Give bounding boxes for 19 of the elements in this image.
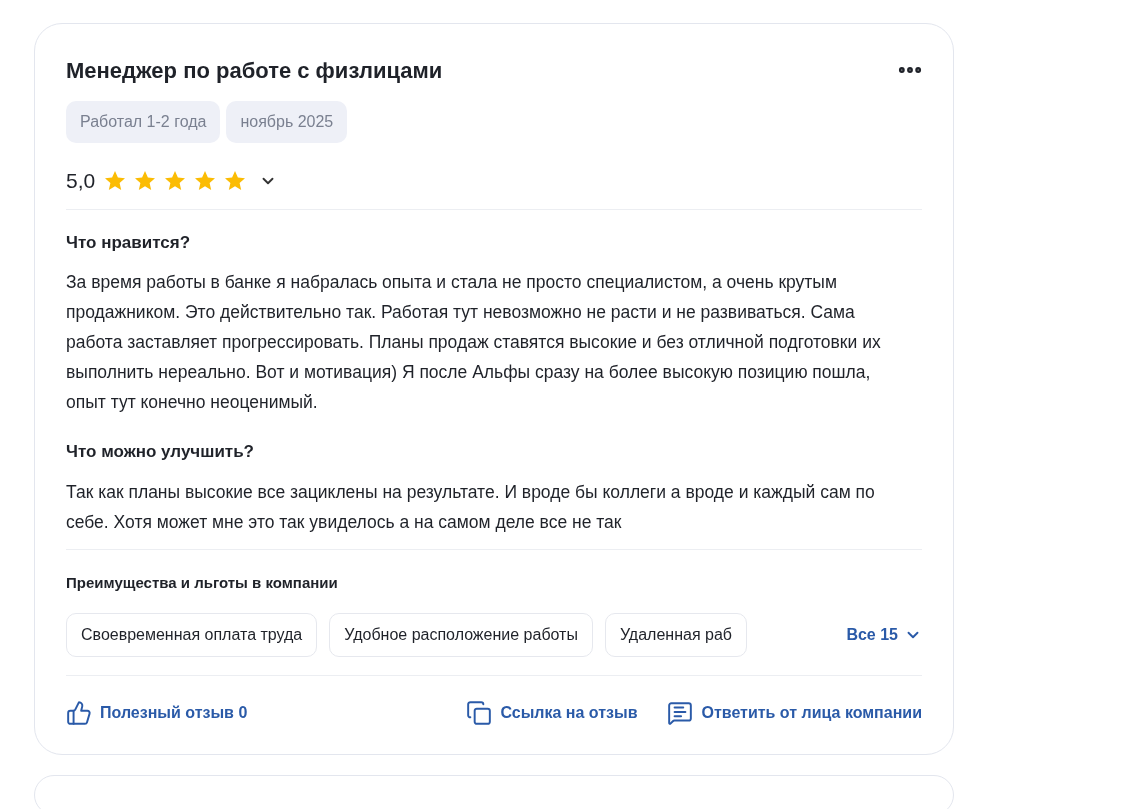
rating-value: 5,0 xyxy=(66,168,96,194)
review-title: Менеджер по работе с физлицами xyxy=(66,57,443,85)
tag: ноябрь 2025 xyxy=(226,101,348,143)
copy-icon xyxy=(466,700,493,726)
benefit-tag: Своевременная оплата труда xyxy=(66,613,318,657)
benefits-heading: Преимущества и льготы в компании xyxy=(66,572,339,593)
review-text: За время работы в банке я набралась опыта и стала не просто специалистом, а очень крутым продажником. Это действительно так. Работая тут невозможно не расти и не развиваться. Сама работа заставляет прогрессировать. Планы продаж ставятся высокие и без отличной подготовки их выполнить нереально. Вот и мотивация) Я после Альфы сразу на более высокую позицию пошла, опыт тут конечно неоценимый. xyxy=(66,271,882,414)
benefit-tag: Удаленная раб xyxy=(604,613,747,657)
section-heading: Что можно улучшить? xyxy=(66,441,255,463)
review-text: Так как планы высокие все зациклены на результате. И вроде бы коллеги а вроде и каждый сам по себе. Хотя может мне это так увиделось а на самом деле все не так xyxy=(66,480,876,534)
thumbs-up-icon xyxy=(66,700,92,726)
show-all-button[interactable]: Все 15 xyxy=(846,623,922,647)
chat-bubble-icon xyxy=(667,700,694,726)
review-link-button[interactable]: Ссылка на отзыв xyxy=(466,700,638,726)
tag: Работал 1-2 года xyxy=(66,101,221,143)
helpful-button[interactable]: Полезный отзыв 0 xyxy=(66,700,248,726)
section-heading: Что нравится? xyxy=(66,231,192,254)
reply-button[interactable]: Ответить от лица компании xyxy=(667,700,922,726)
benefit-tag: Удобное расположение работы xyxy=(329,613,593,657)
